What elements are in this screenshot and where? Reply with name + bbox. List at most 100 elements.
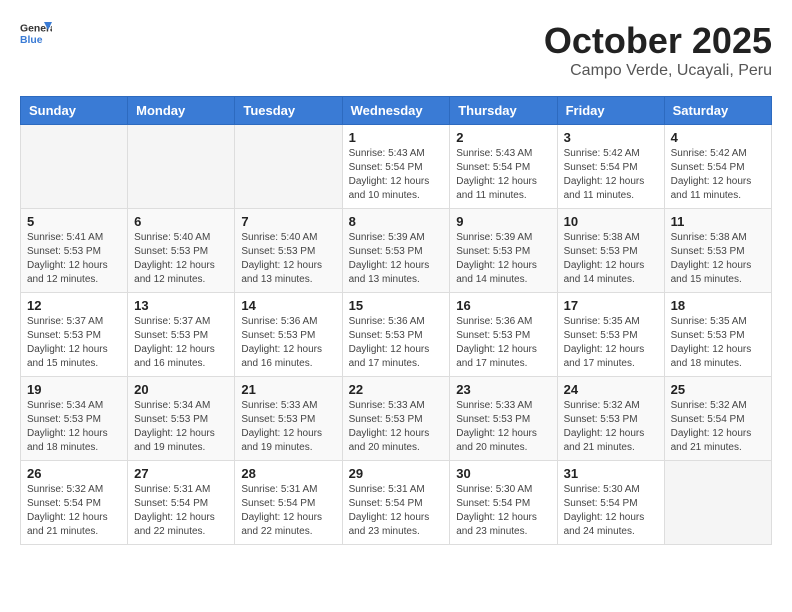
calendar-week-row: 19 Sunrise: 5:34 AM Sunset: 5:53 PM Dayli… [21, 377, 772, 461]
day-number: 17 [564, 298, 658, 313]
day-number: 4 [671, 130, 765, 145]
day-number: 21 [241, 382, 335, 397]
calendar-day-cell: 2Sunrise: 5:43 AM Sunset: 5:54 PM Daylig… [450, 125, 557, 209]
calendar-day-cell: 7 Sunrise: 5:40 AM Sunset: 5:53 PM Daylig… [235, 209, 342, 293]
day-info: Sunrise: 5:32 AM Sunset: 5:54 PM Dayligh… [27, 483, 121, 539]
day-info: Sunrise: 5:34 AM Sunset: 5:53 PM Dayligh… [27, 399, 121, 455]
day-info: Sunrise: 5:31 AM Sunset: 5:54 PM Dayligh… [349, 483, 444, 539]
day-info: Sunrise: 5:42 AM Sunset: 5:54 PM Dayligh… [671, 147, 765, 203]
day-info: Sunrise: 5:31 AM Sunset: 5:54 PM Dayligh… [241, 483, 335, 539]
calendar-day-cell: 24Sunrise: 5:32 AM Sunset: 5:53 PM Dayli… [557, 377, 664, 461]
day-info: Sunrise: 5:40 AM Sunset: 5:53 PM Dayligh… [241, 231, 335, 287]
day-info: Sunrise: 5:41 AM Sunset: 5:53 PM Dayligh… [27, 231, 121, 287]
svg-text:Blue: Blue [20, 35, 43, 46]
logo-icon: General Blue [20, 20, 52, 48]
calendar-day-cell: 31Sunrise: 5:30 AM Sunset: 5:54 PM Dayli… [557, 461, 664, 545]
calendar-day-cell: 15Sunrise: 5:36 AM Sunset: 5:53 PM Dayli… [342, 293, 450, 377]
day-number: 9 [456, 214, 550, 229]
weekday-header: Thursday [450, 97, 557, 125]
day-info: Sunrise: 5:31 AM Sunset: 5:54 PM Dayligh… [134, 483, 228, 539]
calendar-day-cell: 11 Sunrise: 5:38 AM Sunset: 5:53 PM Dayli… [664, 209, 771, 293]
day-number: 7 [241, 214, 335, 229]
calendar-day-cell: 30 Sunrise: 5:30 AM Sunset: 5:54 PM Dayli… [450, 461, 557, 545]
calendar-day-cell [128, 125, 235, 209]
calendar-day-cell: 12 Sunrise: 5:37 AM Sunset: 5:53 PM Dayli… [21, 293, 128, 377]
weekday-header: Monday [128, 97, 235, 125]
day-number: 31 [564, 466, 658, 481]
calendar-day-cell: 1 Sunrise: 5:43 AM Sunset: 5:54 PM Daylig… [342, 125, 450, 209]
calendar-week-row: 5Sunrise: 5:41 AM Sunset: 5:53 PM Daylig… [21, 209, 772, 293]
calendar-day-cell [664, 461, 771, 545]
calendar-day-cell: 25 Sunrise: 5:32 AM Sunset: 5:54 PM Dayli… [664, 377, 771, 461]
day-number: 11 [671, 214, 765, 229]
calendar-day-cell: 9Sunrise: 5:39 AM Sunset: 5:53 PM Daylig… [450, 209, 557, 293]
weekday-header: Saturday [664, 97, 771, 125]
day-number: 23 [456, 382, 550, 397]
weekday-header: Tuesday [235, 97, 342, 125]
day-number: 14 [241, 298, 335, 313]
calendar-day-cell [235, 125, 342, 209]
calendar-day-cell: 8 Sunrise: 5:39 AM Sunset: 5:53 PM Daylig… [342, 209, 450, 293]
location-title: Campo Verde, Ucayali, Peru [544, 62, 772, 80]
weekday-header-row: SundayMondayTuesdayWednesdayThursdayFrid… [21, 97, 772, 125]
day-number: 13 [134, 298, 228, 313]
day-info: Sunrise: 5:36 AM Sunset: 5:53 PM Dayligh… [456, 315, 550, 371]
calendar-day-cell: 29 Sunrise: 5:31 AM Sunset: 5:54 PM Dayli… [342, 461, 450, 545]
day-number: 18 [671, 298, 765, 313]
day-number: 3 [564, 130, 658, 145]
day-info: Sunrise: 5:38 AM Sunset: 5:53 PM Dayligh… [671, 231, 765, 287]
day-number: 12 [27, 298, 121, 313]
weekday-header: Friday [557, 97, 664, 125]
logo: General Blue [20, 20, 52, 48]
day-info: Sunrise: 5:30 AM Sunset: 5:54 PM Dayligh… [456, 483, 550, 539]
day-number: 22 [349, 382, 444, 397]
day-info: Sunrise: 5:36 AM Sunset: 5:53 PM Dayligh… [349, 315, 444, 371]
calendar-week-row: 26Sunrise: 5:32 AM Sunset: 5:54 PM Dayli… [21, 461, 772, 545]
calendar-week-row: 1 Sunrise: 5:43 AM Sunset: 5:54 PM Daylig… [21, 125, 772, 209]
day-info: Sunrise: 5:43 AM Sunset: 5:54 PM Dayligh… [456, 147, 550, 203]
day-info: Sunrise: 5:43 AM Sunset: 5:54 PM Dayligh… [349, 147, 444, 203]
calendar-day-cell: 10Sunrise: 5:38 AM Sunset: 5:53 PM Dayli… [557, 209, 664, 293]
day-info: Sunrise: 5:33 AM Sunset: 5:53 PM Dayligh… [349, 399, 444, 455]
weekday-header: Sunday [21, 97, 128, 125]
calendar-week-row: 12 Sunrise: 5:37 AM Sunset: 5:53 PM Dayli… [21, 293, 772, 377]
calendar-day-cell [21, 125, 128, 209]
calendar-day-cell: 3Sunrise: 5:42 AM Sunset: 5:54 PM Daylig… [557, 125, 664, 209]
day-info: Sunrise: 5:32 AM Sunset: 5:54 PM Dayligh… [671, 399, 765, 455]
day-number: 25 [671, 382, 765, 397]
calendar-day-cell: 6 Sunrise: 5:40 AM Sunset: 5:53 PM Daylig… [128, 209, 235, 293]
calendar-day-cell: 18Sunrise: 5:35 AM Sunset: 5:53 PM Dayli… [664, 293, 771, 377]
day-number: 8 [349, 214, 444, 229]
month-title: October 2025 [544, 20, 772, 62]
calendar-day-cell: 23Sunrise: 5:33 AM Sunset: 5:53 PM Dayli… [450, 377, 557, 461]
day-info: Sunrise: 5:33 AM Sunset: 5:53 PM Dayligh… [241, 399, 335, 455]
day-number: 6 [134, 214, 228, 229]
day-info: Sunrise: 5:35 AM Sunset: 5:53 PM Dayligh… [564, 315, 658, 371]
day-number: 19 [27, 382, 121, 397]
day-number: 29 [349, 466, 444, 481]
calendar-day-cell: 22 Sunrise: 5:33 AM Sunset: 5:53 PM Dayli… [342, 377, 450, 461]
day-number: 27 [134, 466, 228, 481]
page-header: General Blue October 2025 Campo Verde, U… [20, 20, 772, 80]
title-area: October 2025 Campo Verde, Ucayali, Peru [544, 20, 772, 80]
day-info: Sunrise: 5:39 AM Sunset: 5:53 PM Dayligh… [349, 231, 444, 287]
day-info: Sunrise: 5:34 AM Sunset: 5:53 PM Dayligh… [134, 399, 228, 455]
day-info: Sunrise: 5:36 AM Sunset: 5:53 PM Dayligh… [241, 315, 335, 371]
calendar-day-cell: 20 Sunrise: 5:34 AM Sunset: 5:53 PM Dayli… [128, 377, 235, 461]
weekday-header: Wednesday [342, 97, 450, 125]
calendar-day-cell: 19 Sunrise: 5:34 AM Sunset: 5:53 PM Dayli… [21, 377, 128, 461]
day-info: Sunrise: 5:37 AM Sunset: 5:53 PM Dayligh… [27, 315, 121, 371]
day-number: 1 [349, 130, 444, 145]
day-number: 30 [456, 466, 550, 481]
calendar-day-cell: 4 Sunrise: 5:42 AM Sunset: 5:54 PM Daylig… [664, 125, 771, 209]
calendar-day-cell: 5Sunrise: 5:41 AM Sunset: 5:53 PM Daylig… [21, 209, 128, 293]
day-info: Sunrise: 5:32 AM Sunset: 5:53 PM Dayligh… [564, 399, 658, 455]
calendar-day-cell: 21 Sunrise: 5:33 AM Sunset: 5:53 PM Dayli… [235, 377, 342, 461]
calendar-day-cell: 17 Sunrise: 5:35 AM Sunset: 5:53 PM Dayli… [557, 293, 664, 377]
day-info: Sunrise: 5:37 AM Sunset: 5:53 PM Dayligh… [134, 315, 228, 371]
calendar-table: SundayMondayTuesdayWednesdayThursdayFrid… [20, 96, 772, 545]
day-number: 10 [564, 214, 658, 229]
day-number: 28 [241, 466, 335, 481]
day-info: Sunrise: 5:40 AM Sunset: 5:53 PM Dayligh… [134, 231, 228, 287]
day-number: 20 [134, 382, 228, 397]
